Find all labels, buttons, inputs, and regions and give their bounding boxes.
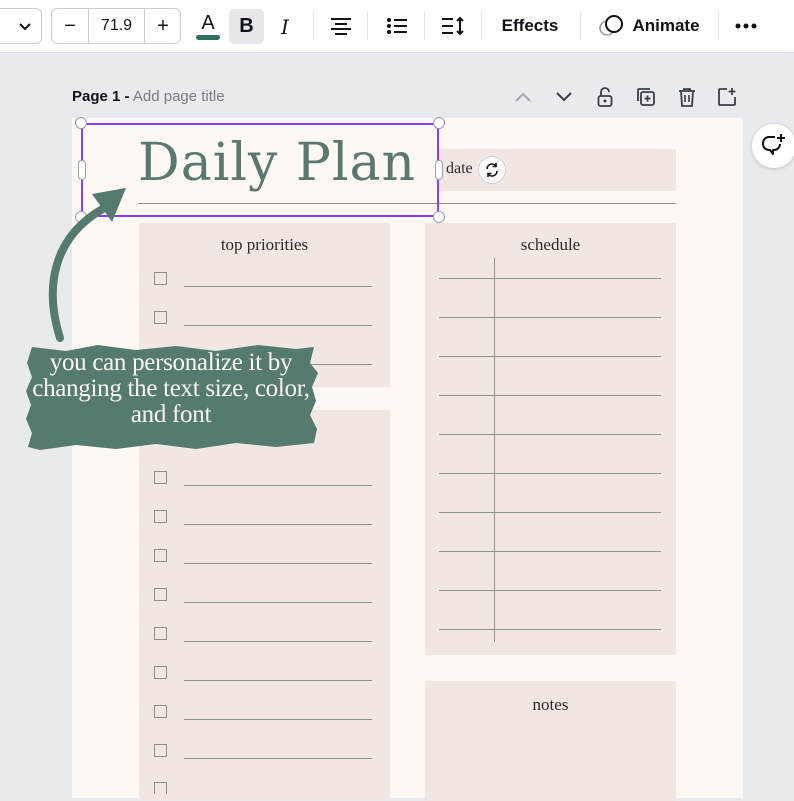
add-page-icon [718, 88, 736, 106]
todo-checkbox[interactable] [154, 588, 167, 601]
schedule-line [439, 473, 661, 474]
add-comment-button[interactable] [752, 124, 794, 168]
resize-handle-top-right[interactable] [433, 117, 445, 129]
font-size-input[interactable]: 71.9 [89, 9, 144, 43]
resize-handle-right[interactable] [435, 160, 443, 180]
schedule-line [439, 629, 661, 630]
rotate-icon [486, 163, 498, 177]
todo-panel [139, 410, 390, 800]
duplicate-page-button[interactable] [635, 86, 657, 108]
date-field [437, 149, 676, 191]
increase-font-size-button[interactable]: + [144, 9, 181, 43]
toolbar-divider [424, 12, 425, 40]
toolbar-divider [580, 12, 581, 40]
todo-checkbox[interactable] [154, 705, 167, 718]
schedule-line [439, 278, 661, 279]
line-spacing-icon [442, 16, 464, 36]
add-page-button[interactable] [716, 86, 738, 108]
trash-icon [679, 88, 695, 107]
schedule-line [439, 356, 661, 357]
page-header: Page 1 - Add page title [72, 88, 225, 105]
toolbar-divider [367, 12, 368, 40]
toolbar-divider [718, 12, 719, 40]
toolbar-divider [481, 12, 482, 40]
todo-checkbox[interactable] [154, 782, 167, 794]
todo-line [184, 719, 372, 720]
schedule-line [439, 551, 661, 552]
animate-icon [599, 15, 624, 36]
decrease-font-size-button[interactable]: − [52, 9, 89, 43]
schedule-title: schedule [520, 235, 581, 254]
comment-add-icon [762, 134, 785, 155]
personalize-tip: you can personalize it by changing the t… [32, 349, 310, 428]
priority-line [184, 286, 372, 287]
rotate-handle[interactable] [478, 156, 506, 184]
notes-title: notes [532, 695, 569, 714]
chevron-up-icon [515, 92, 531, 102]
schedule-divider [494, 258, 495, 642]
todo-line [184, 485, 372, 486]
top-priorities-title: top priorities [220, 235, 309, 254]
animate-button[interactable]: Animate [594, 10, 704, 42]
resize-handle-bottom-right[interactable] [433, 211, 445, 223]
text-color-button[interactable]: A [194, 10, 222, 42]
italic-button[interactable]: I [270, 9, 300, 44]
more-options-button[interactable] [730, 12, 762, 40]
font-size-control: − 71.9 + [51, 8, 181, 44]
duplicate-icon [637, 88, 655, 106]
editor-toolbar: − 71.9 + A B I Effects Animate [0, 0, 794, 53]
todo-line [184, 563, 372, 564]
chevron-down-icon [556, 92, 572, 102]
priority-checkbox[interactable] [154, 272, 167, 285]
annotation-arrow [48, 188, 126, 342]
schedule-line [439, 395, 661, 396]
spacing-button[interactable] [438, 12, 468, 40]
todo-checkbox[interactable] [154, 549, 167, 562]
todo-checkbox[interactable] [154, 744, 167, 757]
schedule-line [439, 512, 661, 513]
add-page-title-input[interactable]: Add page title [133, 88, 225, 105]
move-page-up-button[interactable] [512, 86, 534, 108]
align-center-button[interactable] [326, 12, 356, 40]
list-button[interactable] [382, 12, 412, 40]
schedule-line [439, 317, 661, 318]
effects-button[interactable]: Effects [495, 12, 565, 40]
schedule-line [439, 590, 661, 591]
resize-handle-top-left[interactable] [75, 117, 87, 129]
text-color-swatch [196, 34, 220, 40]
todo-line [184, 641, 372, 642]
move-page-down-button[interactable] [553, 86, 575, 108]
lock-page-button[interactable] [594, 86, 616, 108]
todo-line [184, 602, 372, 603]
align-center-icon [331, 18, 351, 35]
lock-icon [597, 87, 613, 107]
page-label: Page 1 - [72, 88, 130, 105]
bullet-list-icon [387, 18, 407, 34]
priority-line [184, 325, 372, 326]
priority-checkbox[interactable] [154, 311, 167, 324]
todo-checkbox[interactable] [154, 627, 167, 640]
todo-line [184, 758, 372, 759]
animate-label: Animate [632, 16, 700, 35]
more-icon [735, 23, 757, 29]
todo-checkbox[interactable] [154, 510, 167, 523]
toolbar-divider [313, 12, 314, 40]
todo-line [184, 524, 372, 525]
font-dropdown[interactable] [0, 8, 42, 44]
date-label: date [446, 160, 473, 177]
resize-handle-left[interactable] [78, 160, 86, 180]
text-color-letter: A [201, 11, 215, 34]
todo-checkbox[interactable] [154, 666, 167, 679]
schedule-line [439, 434, 661, 435]
todo-checkbox[interactable] [154, 471, 167, 484]
todo-line [184, 680, 372, 681]
bold-button[interactable]: B [229, 9, 264, 44]
chevron-down-icon [19, 23, 31, 31]
delete-page-button[interactable] [676, 86, 698, 108]
